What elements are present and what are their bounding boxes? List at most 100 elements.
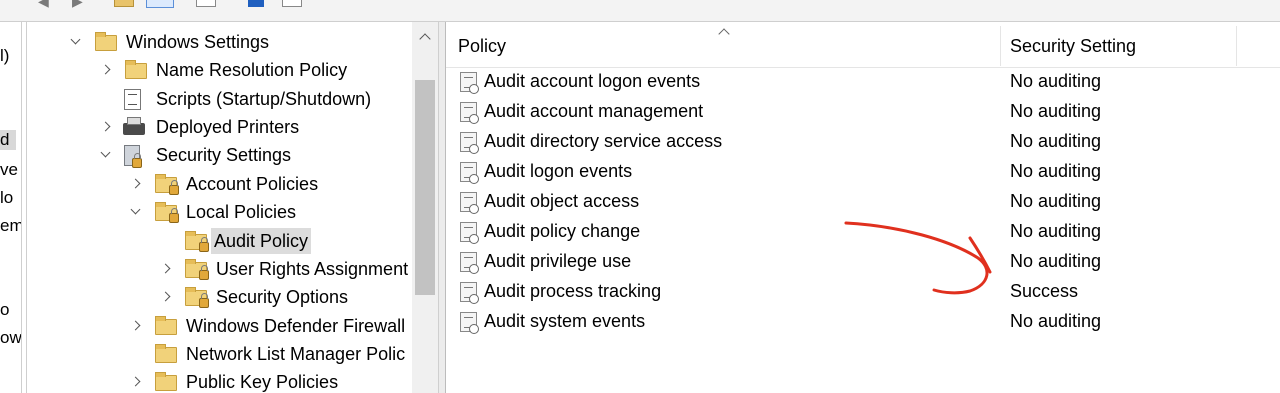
security-setting: No auditing bbox=[1010, 221, 1102, 241]
column-divider[interactable] bbox=[1000, 26, 1001, 66]
folder-icon[interactable] bbox=[114, 0, 134, 7]
policy-icon bbox=[460, 312, 479, 334]
tree-node-local-policies[interactable]: Local Policies bbox=[27, 199, 437, 225]
clipped-text: lo bbox=[0, 188, 14, 207]
chevron-right-icon[interactable] bbox=[129, 177, 143, 191]
locked-folder-icon bbox=[155, 174, 179, 195]
clipped-text: o bbox=[0, 300, 10, 319]
tree-node-label: Deployed Printers bbox=[156, 117, 300, 137]
clipped-text: l) bbox=[0, 46, 10, 65]
policy-name: Audit account management bbox=[484, 101, 704, 121]
list-header: Policy Security Setting bbox=[446, 22, 1280, 68]
policy-icon bbox=[460, 72, 479, 94]
policy-icon bbox=[460, 222, 479, 244]
chevron-down-icon[interactable] bbox=[129, 205, 143, 219]
scrollbar-thumb[interactable] bbox=[415, 80, 435, 295]
locked-folder-icon bbox=[185, 231, 209, 252]
tree-node-windows-defender-firewall[interactable]: Windows Defender Firewall bbox=[27, 313, 437, 339]
table-row[interactable]: Audit logon events No auditing bbox=[446, 156, 1280, 186]
tree-node-security-options[interactable]: Security Options bbox=[27, 284, 437, 310]
help-icon[interactable] bbox=[248, 0, 264, 7]
clipped-text: em bbox=[0, 216, 22, 235]
security-setting: No auditing bbox=[1010, 131, 1102, 151]
tree-node-public-key-policies[interactable]: Public Key Policies bbox=[27, 369, 437, 393]
tree-node-label: Name Resolution Policy bbox=[156, 60, 348, 80]
column-divider[interactable] bbox=[1236, 26, 1237, 66]
console-tree: Windows Settings Name Resolution Policy … bbox=[26, 22, 440, 393]
table-row[interactable]: Audit privilege use No auditing bbox=[446, 246, 1280, 276]
locked-folder-icon bbox=[155, 202, 179, 223]
chevron-right-icon[interactable] bbox=[99, 63, 113, 77]
security-setting: No auditing bbox=[1010, 101, 1102, 121]
policy-name: Audit process tracking bbox=[484, 281, 662, 301]
folder-icon bbox=[95, 32, 117, 51]
tree-node-label: Network List Manager Polic bbox=[186, 344, 406, 364]
tree-node-network-list-manager-policies[interactable]: Network List Manager Polic bbox=[27, 341, 437, 367]
chevron-down-icon[interactable] bbox=[69, 35, 83, 49]
scroll-up-arrow-icon[interactable] bbox=[419, 32, 431, 44]
tree-node-account-policies[interactable]: Account Policies bbox=[27, 171, 437, 197]
policy-icon bbox=[460, 282, 479, 304]
tree-node-label: Security Options bbox=[216, 287, 349, 307]
security-setting: No auditing bbox=[1010, 71, 1102, 91]
show-hide-pane-icon[interactable] bbox=[146, 0, 174, 8]
tree-scrollbar[interactable] bbox=[412, 22, 438, 393]
tree-node-label: Scripts (Startup/Shutdown) bbox=[156, 89, 372, 109]
folder-icon bbox=[125, 60, 147, 79]
tree-node-name-resolution-policy[interactable]: Name Resolution Policy bbox=[27, 57, 437, 83]
tree-node-scripts[interactable]: Scripts (Startup/Shutdown) bbox=[27, 86, 437, 112]
table-row[interactable]: Audit process tracking Success bbox=[446, 276, 1280, 306]
chevron-down-icon[interactable] bbox=[99, 148, 113, 162]
policy-icon bbox=[460, 102, 479, 124]
security-setting: No auditing bbox=[1010, 251, 1102, 271]
clipped-text: ow bbox=[0, 328, 22, 347]
table-row[interactable]: Audit account logon events No auditing bbox=[446, 66, 1280, 96]
tree-node-deployed-printers[interactable]: Deployed Printers bbox=[27, 114, 437, 140]
security-setting: No auditing bbox=[1010, 311, 1102, 331]
back-arrow-icon[interactable]: ◀ bbox=[38, 0, 49, 8]
table-row[interactable]: Audit system events No auditing bbox=[446, 306, 1280, 336]
chevron-right-icon[interactable] bbox=[99, 120, 113, 134]
export-icon[interactable] bbox=[282, 0, 302, 7]
clipped-selected-item[interactable]: d bbox=[0, 130, 16, 150]
tree-node-label: Security Settings bbox=[156, 145, 292, 165]
folder-icon bbox=[155, 316, 177, 335]
sort-ascending-icon bbox=[718, 26, 728, 36]
table-row[interactable]: Audit directory service access No auditi… bbox=[446, 126, 1280, 156]
table-row[interactable]: Audit policy change No auditing bbox=[446, 216, 1280, 246]
tree-node-label: Public Key Policies bbox=[186, 372, 339, 392]
policy-icon bbox=[460, 162, 479, 184]
security-setting: Success bbox=[1010, 281, 1079, 301]
column-header-policy[interactable]: Policy bbox=[458, 36, 506, 57]
folder-icon bbox=[155, 372, 177, 391]
chevron-right-icon[interactable] bbox=[159, 262, 173, 276]
policy-list: Policy Security Setting Audit account lo… bbox=[446, 22, 1280, 393]
table-row[interactable]: Audit object access No auditing bbox=[446, 186, 1280, 216]
policy-name: Audit logon events bbox=[484, 161, 633, 181]
tree-node-windows-settings[interactable]: Windows Settings bbox=[27, 29, 437, 55]
toolbar: ◀ ▶ bbox=[0, 0, 1280, 22]
folder-icon bbox=[155, 344, 177, 363]
locked-folder-icon bbox=[185, 287, 209, 308]
tree-node-label: User Rights Assignment bbox=[216, 259, 409, 279]
chevron-right-icon[interactable] bbox=[159, 290, 173, 304]
policy-icon bbox=[460, 192, 479, 214]
tree-node-user-rights-assignment[interactable]: User Rights Assignment bbox=[27, 256, 437, 282]
policy-name: Audit directory service access bbox=[484, 131, 723, 151]
tree-node-label: Windows Defender Firewall bbox=[186, 316, 406, 336]
tree-node-security-settings[interactable]: Security Settings bbox=[27, 142, 437, 168]
tree-node-label: Account Policies bbox=[186, 174, 319, 194]
chevron-right-icon[interactable] bbox=[129, 319, 143, 333]
security-settings-icon bbox=[124, 145, 142, 168]
chevron-right-icon[interactable] bbox=[129, 375, 143, 389]
policy-name: Audit system events bbox=[484, 311, 646, 331]
table-row[interactable]: Audit account management No auditing bbox=[446, 96, 1280, 126]
script-icon bbox=[124, 89, 141, 110]
column-header-security-setting[interactable]: Security Setting bbox=[1010, 36, 1136, 57]
printer-icon bbox=[123, 117, 145, 135]
forward-arrow-icon[interactable]: ▶ bbox=[72, 0, 83, 8]
security-setting: No auditing bbox=[1010, 161, 1102, 181]
tree-node-audit-policy[interactable]: Audit Policy bbox=[27, 228, 437, 254]
properties-icon[interactable] bbox=[196, 0, 216, 7]
pane-splitter[interactable] bbox=[438, 22, 446, 393]
